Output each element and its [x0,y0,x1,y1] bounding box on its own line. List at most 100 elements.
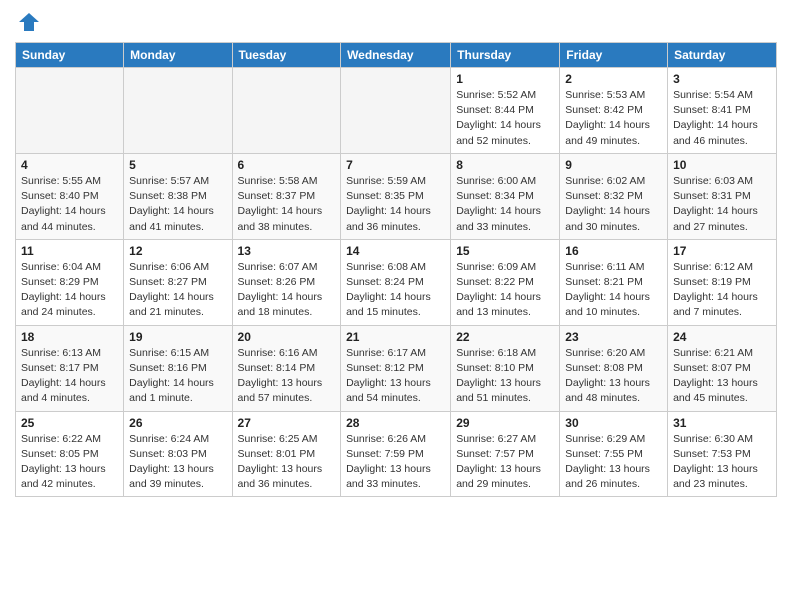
calendar-cell: 6 Sunrise: 5:58 AMSunset: 8:37 PMDaylight… [232,153,341,239]
day-number: 6 [238,158,336,172]
day-number: 16 [565,244,662,258]
calendar-cell: 20 Sunrise: 6:16 AMSunset: 8:14 PMDayligh… [232,325,341,411]
day-info: Sunrise: 5:59 AMSunset: 8:35 PMDaylight:… [346,174,445,235]
day-info: Sunrise: 6:02 AMSunset: 8:32 PMDaylight:… [565,174,662,235]
day-info: Sunrise: 5:53 AMSunset: 8:42 PMDaylight:… [565,88,662,149]
header-thursday: Thursday [451,43,560,68]
day-number: 3 [673,72,771,86]
day-number: 11 [21,244,118,258]
day-info: Sunrise: 6:20 AMSunset: 8:08 PMDaylight:… [565,346,662,407]
day-info: Sunrise: 6:29 AMSunset: 7:55 PMDaylight:… [565,432,662,493]
calendar-cell: 11Sunrise: 6:04 AMSunset: 8:29 PMDayligh… [16,239,124,325]
calendar-cell: 10 Sunrise: 6:03 AMSunset: 8:31 PMDayligh… [668,153,777,239]
day-number: 1 [456,72,554,86]
calendar-header: SundayMondayTuesdayWednesdayThursdayFrid… [16,43,777,68]
day-number: 10 [673,158,771,172]
calendar-cell: 15 Sunrise: 6:09 AMSunset: 8:22 PMDayligh… [451,239,560,325]
day-info: Sunrise: 6:12 AMSunset: 8:19 PMDaylight:… [673,260,771,321]
page-header [15,10,777,34]
header-monday: Monday [124,43,232,68]
day-number: 25 [21,416,118,430]
calendar-cell: 13 Sunrise: 6:07 AMSunset: 8:26 PMDayligh… [232,239,341,325]
calendar-cell: 24Sunrise: 6:21 AMSunset: 8:07 PMDayligh… [668,325,777,411]
week-row-4: 18 Sunrise: 6:13 AMSunset: 8:17 PMDayligh… [16,325,777,411]
day-number: 29 [456,416,554,430]
day-info: Sunrise: 6:03 AMSunset: 8:31 PMDaylight:… [673,174,771,235]
week-row-1: 1Sunrise: 5:52 AMSunset: 8:44 PMDaylight… [16,68,777,154]
day-number: 8 [456,158,554,172]
day-number: 14 [346,244,445,258]
calendar-cell [341,68,451,154]
day-info: Sunrise: 6:08 AMSunset: 8:24 PMDaylight:… [346,260,445,321]
day-info: Sunrise: 5:54 AMSunset: 8:41 PMDaylight:… [673,88,771,149]
day-number: 28 [346,416,445,430]
day-info: Sunrise: 6:09 AMSunset: 8:22 PMDaylight:… [456,260,554,321]
calendar-cell: 28 Sunrise: 6:26 AMSunset: 7:59 PMDayligh… [341,411,451,497]
calendar-cell: 12Sunrise: 6:06 AMSunset: 8:27 PMDayligh… [124,239,232,325]
day-number: 27 [238,416,336,430]
calendar-cell: 30 Sunrise: 6:29 AMSunset: 7:55 PMDayligh… [560,411,668,497]
day-info: Sunrise: 6:15 AMSunset: 8:16 PMDaylight:… [129,346,226,407]
day-info: Sunrise: 6:11 AMSunset: 8:21 PMDaylight:… [565,260,662,321]
day-info: Sunrise: 6:27 AMSunset: 7:57 PMDaylight:… [456,432,554,493]
day-number: 12 [129,244,226,258]
day-info: Sunrise: 5:57 AMSunset: 8:38 PMDaylight:… [129,174,226,235]
week-row-2: 4 Sunrise: 5:55 AMSunset: 8:40 PMDaylight… [16,153,777,239]
day-number: 21 [346,330,445,344]
calendar-cell: 3 Sunrise: 5:54 AMSunset: 8:41 PMDaylight… [668,68,777,154]
day-info: Sunrise: 6:30 AMSunset: 7:53 PMDaylight:… [673,432,771,493]
week-row-3: 11Sunrise: 6:04 AMSunset: 8:29 PMDayligh… [16,239,777,325]
calendar-cell: 14 Sunrise: 6:08 AMSunset: 8:24 PMDayligh… [341,239,451,325]
day-info: Sunrise: 6:13 AMSunset: 8:17 PMDaylight:… [21,346,118,407]
header-friday: Friday [560,43,668,68]
day-number: 30 [565,416,662,430]
calendar-body: 1Sunrise: 5:52 AMSunset: 8:44 PMDaylight… [16,68,777,497]
day-number: 13 [238,244,336,258]
day-number: 31 [673,416,771,430]
day-number: 2 [565,72,662,86]
header-tuesday: Tuesday [232,43,341,68]
calendar-cell: 1Sunrise: 5:52 AMSunset: 8:44 PMDaylight… [451,68,560,154]
calendar-cell: 27 Sunrise: 6:25 AMSunset: 8:01 PMDayligh… [232,411,341,497]
day-info: Sunrise: 6:17 AMSunset: 8:12 PMDaylight:… [346,346,445,407]
header-wednesday: Wednesday [341,43,451,68]
day-number: 20 [238,330,336,344]
calendar-cell: 25Sunrise: 6:22 AMSunset: 8:05 PMDayligh… [16,411,124,497]
calendar-cell: 2 Sunrise: 5:53 AMSunset: 8:42 PMDaylight… [560,68,668,154]
day-info: Sunrise: 5:55 AMSunset: 8:40 PMDaylight:… [21,174,118,235]
calendar-cell: 21 Sunrise: 6:17 AMSunset: 8:12 PMDayligh… [341,325,451,411]
calendar-cell [16,68,124,154]
calendar-cell: 17Sunrise: 6:12 AMSunset: 8:19 PMDayligh… [668,239,777,325]
calendar-cell [124,68,232,154]
logo [15,10,41,34]
header-saturday: Saturday [668,43,777,68]
calendar-cell: 29 Sunrise: 6:27 AMSunset: 7:57 PMDayligh… [451,411,560,497]
day-number: 23 [565,330,662,344]
day-info: Sunrise: 6:25 AMSunset: 8:01 PMDaylight:… [238,432,336,493]
day-number: 5 [129,158,226,172]
day-number: 22 [456,330,554,344]
calendar-cell: 16 Sunrise: 6:11 AMSunset: 8:21 PMDayligh… [560,239,668,325]
calendar-cell: 31 Sunrise: 6:30 AMSunset: 7:53 PMDayligh… [668,411,777,497]
day-number: 26 [129,416,226,430]
day-number: 15 [456,244,554,258]
day-number: 18 [21,330,118,344]
calendar-cell: 18 Sunrise: 6:13 AMSunset: 8:17 PMDayligh… [16,325,124,411]
header-sunday: Sunday [16,43,124,68]
day-info: Sunrise: 6:26 AMSunset: 7:59 PMDaylight:… [346,432,445,493]
day-number: 4 [21,158,118,172]
day-info: Sunrise: 5:58 AMSunset: 8:37 PMDaylight:… [238,174,336,235]
calendar-cell: 26 Sunrise: 6:24 AMSunset: 8:03 PMDayligh… [124,411,232,497]
calendar-cell: 9 Sunrise: 6:02 AMSunset: 8:32 PMDaylight… [560,153,668,239]
day-info: Sunrise: 6:07 AMSunset: 8:26 PMDaylight:… [238,260,336,321]
day-info: Sunrise: 6:18 AMSunset: 8:10 PMDaylight:… [456,346,554,407]
day-info: Sunrise: 6:16 AMSunset: 8:14 PMDaylight:… [238,346,336,407]
day-number: 24 [673,330,771,344]
calendar-cell: 19Sunrise: 6:15 AMSunset: 8:16 PMDayligh… [124,325,232,411]
day-info: Sunrise: 6:00 AMSunset: 8:34 PMDaylight:… [456,174,554,235]
day-number: 9 [565,158,662,172]
calendar-cell: 23 Sunrise: 6:20 AMSunset: 8:08 PMDayligh… [560,325,668,411]
day-info: Sunrise: 6:24 AMSunset: 8:03 PMDaylight:… [129,432,226,493]
calendar-cell: 7Sunrise: 5:59 AMSunset: 8:35 PMDaylight… [341,153,451,239]
calendar-cell: 22 Sunrise: 6:18 AMSunset: 8:10 PMDayligh… [451,325,560,411]
